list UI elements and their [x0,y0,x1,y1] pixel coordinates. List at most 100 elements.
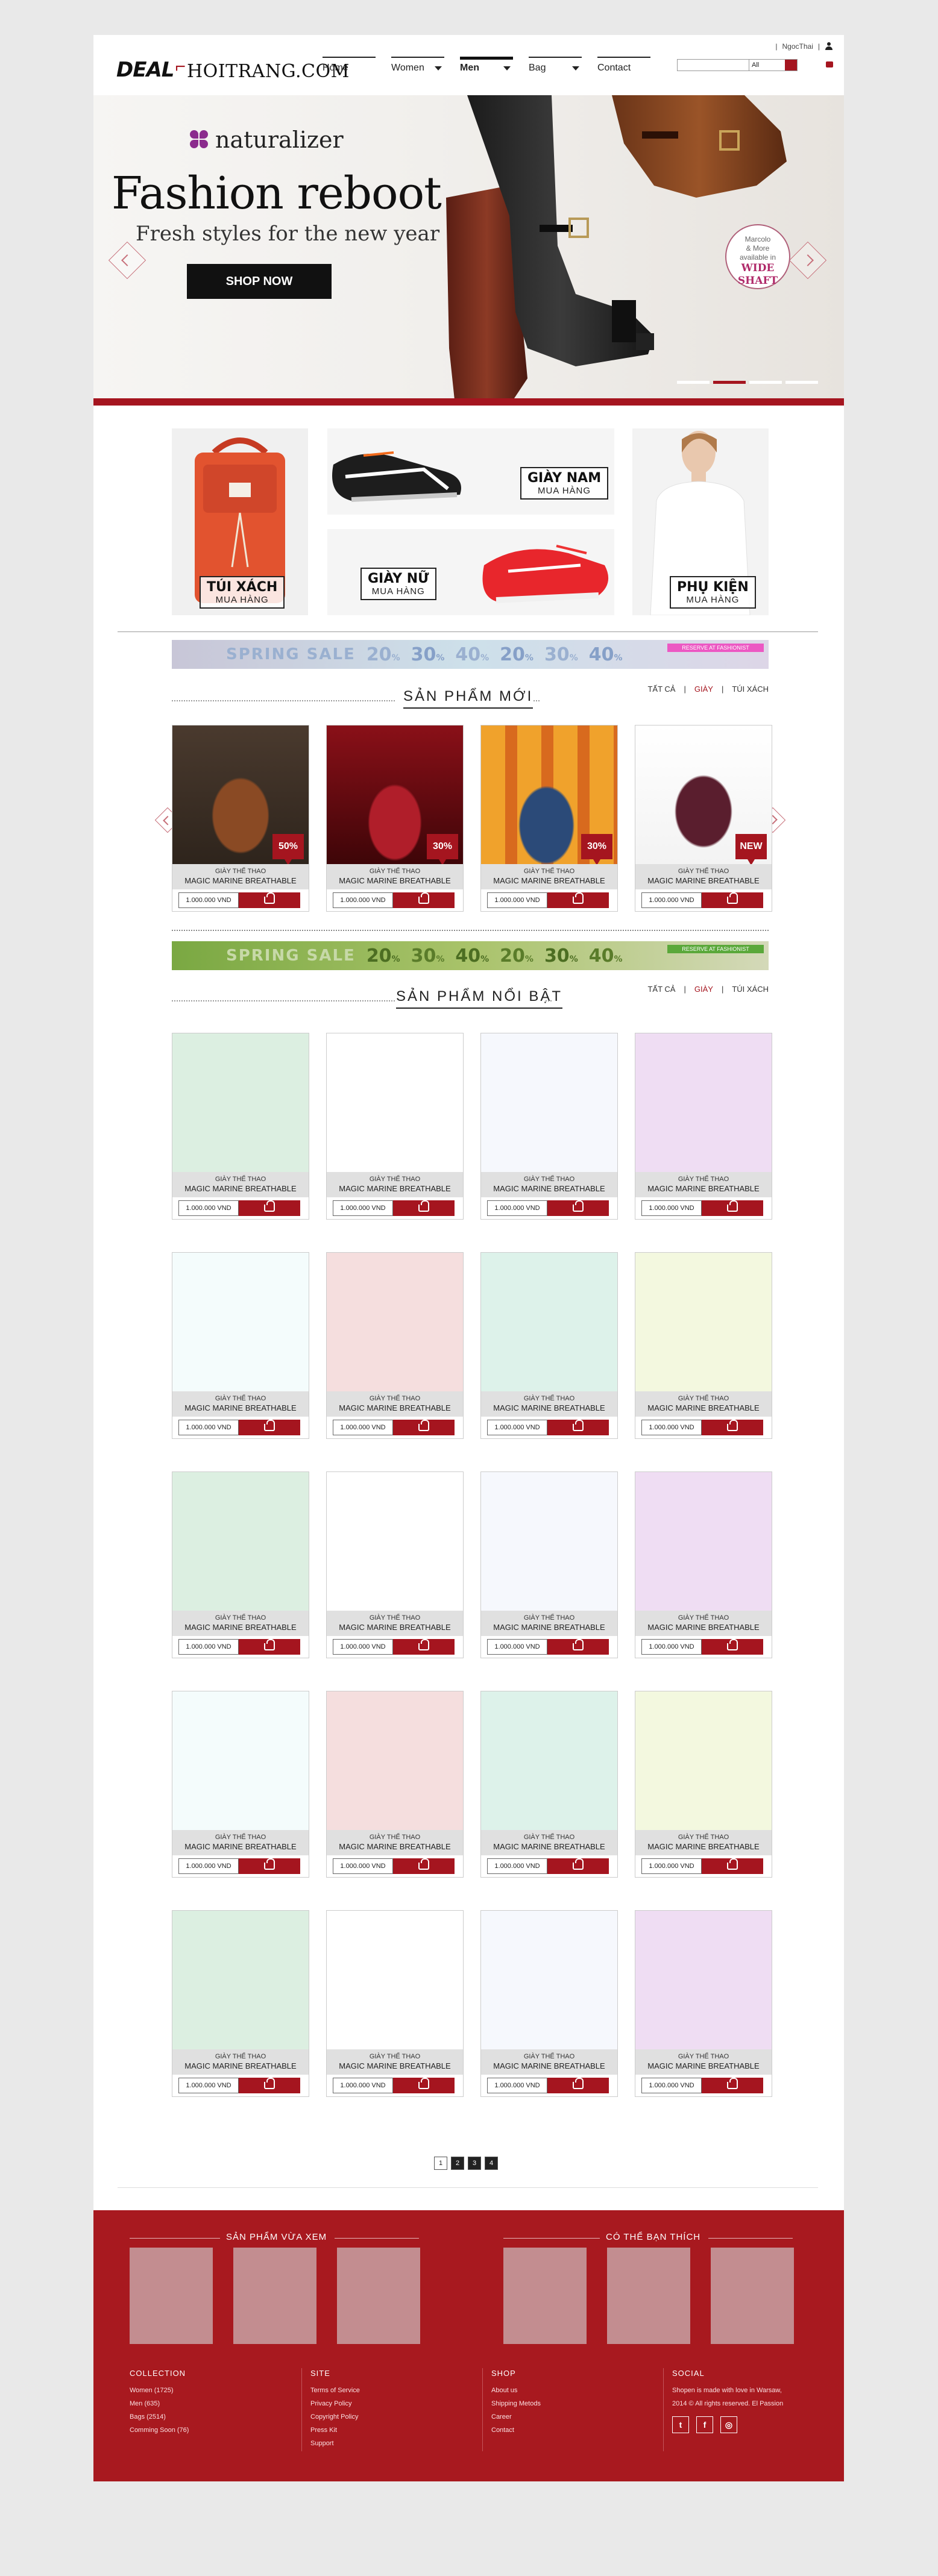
product-card[interactable]: 50% GIÀY THỂ THAO MAGIC MARINE BREATHABLE 1… [172,725,309,912]
search-button[interactable] [785,60,797,71]
add-to-cart-button[interactable] [702,1639,763,1655]
category-women-shoes-tile[interactable]: GIÀY NỮ MUA HÀNG [327,529,614,615]
footer-link[interactable]: Privacy Policy [310,2397,360,2410]
facebook-icon[interactable]: f [696,2416,713,2433]
product-card[interactable]: GIÀY THỂ THAO MAGIC MARINE BREATHABLE 1.00… [172,1252,309,1439]
search-scope-select[interactable]: All [749,59,798,71]
product-card[interactable]: GIÀY THỂ THAO MAGIC MARINE BREATHABLE 1.00… [480,1252,618,1439]
product-card[interactable]: GIÀY THỂ THAO MAGIC MARINE BREATHABLE 1.00… [326,1910,464,2097]
product-card[interactable]: 30% GIÀY THỂ THAO MAGIC MARINE BREATHABLE 1… [480,725,618,912]
search-input[interactable] [677,59,749,71]
footer-link[interactable]: Shipping Metods [491,2397,541,2410]
page-2-button[interactable]: 2 [451,2157,464,2170]
product-image[interactable]: 30% [327,725,463,864]
product-card[interactable]: GIÀY THỂ THAO MAGIC MARINE BREATHABLE 1.00… [635,1910,772,2097]
add-to-cart-button[interactable] [393,1420,455,1435]
product-card[interactable]: GIÀY THỂ THAO MAGIC MARINE BREATHABLE 1.00… [635,1033,772,1220]
product-card[interactable]: GIÀY THỂ THAO MAGIC MARINE BREATHABLE 1.00… [635,1471,772,1658]
product-card[interactable]: GIÀY THỂ THAO MAGIC MARINE BREATHABLE 1.00… [480,1471,618,1658]
product-card[interactable]: GIÀY THỂ THAO MAGIC MARINE BREATHABLE 1.00… [326,1691,464,1878]
cart-icon[interactable] [826,61,833,67]
add-to-cart-button[interactable] [239,1420,300,1435]
add-to-cart-button[interactable] [239,892,300,908]
footer-link[interactable]: Bags (2514) [130,2410,189,2424]
product-card[interactable]: GIÀY THỂ THAO MAGIC MARINE BREATHABLE 1.00… [480,1033,618,1220]
add-to-cart-button[interactable] [547,2078,609,2093]
user-name[interactable]: NgocThai [782,42,813,51]
product-image[interactable] [172,1253,309,1391]
add-to-cart-button[interactable] [393,892,455,908]
maybe-thumb[interactable] [607,2248,690,2344]
product-image[interactable] [172,1033,309,1172]
add-to-cart-button[interactable] [702,1420,763,1435]
product-card[interactable]: GIÀY THỂ THAO MAGIC MARINE BREATHABLE 1.00… [326,1471,464,1658]
add-to-cart-button[interactable] [393,1858,455,1874]
spring-sale-banner-2[interactable]: SPRING SALE 20% 30% 40% 20% 30% 40% RESERVE A… [172,941,769,970]
footer-link[interactable]: Women (1725) [130,2384,189,2397]
recent-thumb[interactable] [130,2248,213,2344]
add-to-cart-button[interactable] [239,1858,300,1874]
add-to-cart-button[interactable] [547,1639,609,1655]
recent-thumb[interactable] [337,2248,420,2344]
recent-thumb[interactable] [233,2248,316,2344]
filter-2[interactable]: TÚI XÁCH [732,985,769,994]
footer-link[interactable]: Press Kit [310,2424,360,2437]
product-card[interactable]: GIÀY THỂ THAO MAGIC MARINE BREATHABLE 1.00… [635,1252,772,1439]
page-4-button[interactable]: 4 [485,2157,498,2170]
add-to-cart-button[interactable] [702,892,763,908]
footer-link[interactable]: Terms of Service [310,2384,360,2397]
category-men-shoes-tile[interactable]: GIÀY NAM MUA HÀNG [327,428,614,515]
product-image[interactable] [481,1253,617,1391]
filter-0[interactable]: TẤT CẢ [647,685,675,694]
nav-item-women[interactable]: Women [391,57,444,74]
filter-2[interactable]: TÚI XÁCH [732,685,769,694]
maybe-thumb[interactable] [503,2248,587,2344]
footer-link[interactable]: Career [491,2410,541,2424]
product-image[interactable] [635,1911,772,2049]
product-image[interactable] [327,1691,463,1830]
filter-1[interactable]: GIÀY [694,685,713,694]
filter-0[interactable]: TẤT CẢ [647,985,675,994]
footer-link[interactable]: Copyright Policy [310,2410,360,2424]
slider-dot[interactable] [785,381,818,384]
product-card[interactable]: 30% GIÀY THỂ THAO MAGIC MARINE BREATHABLE 1… [326,725,464,912]
product-image[interactable] [172,1691,309,1830]
product-image[interactable] [172,1472,309,1611]
product-image[interactable] [635,1472,772,1611]
product-image[interactable] [327,1911,463,2049]
add-to-cart-button[interactable] [393,1200,455,1216]
user-icon[interactable] [825,42,833,51]
category-accessories-tile[interactable]: PHỤ KIỆN MUA HÀNG [632,428,769,615]
nav-item-contact[interactable]: Contact [597,57,650,74]
product-image[interactable]: 30% [481,725,617,864]
add-to-cart-button[interactable] [239,2078,300,2093]
add-to-cart-button[interactable] [393,2078,455,2093]
product-image[interactable] [635,1253,772,1391]
product-card[interactable]: GIÀY THỂ THAO MAGIC MARINE BREATHABLE 1.00… [480,1910,618,2097]
shop-now-button[interactable]: SHOP NOW [187,264,332,299]
page-3-button[interactable]: 3 [468,2157,481,2170]
product-card[interactable]: GIÀY THỂ THAO MAGIC MARINE BREATHABLE 1.00… [172,1033,309,1220]
add-to-cart-button[interactable] [547,1200,609,1216]
product-image[interactable]: 50% [172,725,309,864]
footer-link[interactable]: Contact [491,2424,541,2437]
product-card[interactable]: GIÀY THỂ THAO MAGIC MARINE BREATHABLE 1.00… [326,1033,464,1220]
product-image[interactable]: NEW [635,725,772,864]
add-to-cart-button[interactable] [239,1639,300,1655]
product-card[interactable]: GIÀY THỂ THAO MAGIC MARINE BREATHABLE 1.00… [326,1252,464,1439]
product-image[interactable] [172,1911,309,2049]
footer-link[interactable]: About us [491,2384,541,2397]
banner-cta[interactable]: RESERVE AT FASHIONIST [667,945,764,953]
nav-item-men[interactable]: Men [460,57,513,74]
product-card[interactable]: NEW GIÀY THỂ THAO MAGIC MARINE BREATHABLE 1… [635,725,772,912]
product-image[interactable] [481,1911,617,2049]
product-card[interactable]: GIÀY THỂ THAO MAGIC MARINE BREATHABLE 1.00… [172,1691,309,1878]
add-to-cart-button[interactable] [547,1420,609,1435]
product-card[interactable]: GIÀY THỂ THAO MAGIC MARINE BREATHABLE 1.00… [172,1910,309,2097]
product-image[interactable] [327,1472,463,1611]
product-image[interactable] [635,1691,772,1830]
category-bags-tile[interactable]: TÚI XÁCH MUA HÀNG [172,428,308,615]
page-1-button[interactable]: 1 [434,2157,447,2170]
product-image[interactable] [481,1033,617,1172]
add-to-cart-button[interactable] [547,892,609,908]
